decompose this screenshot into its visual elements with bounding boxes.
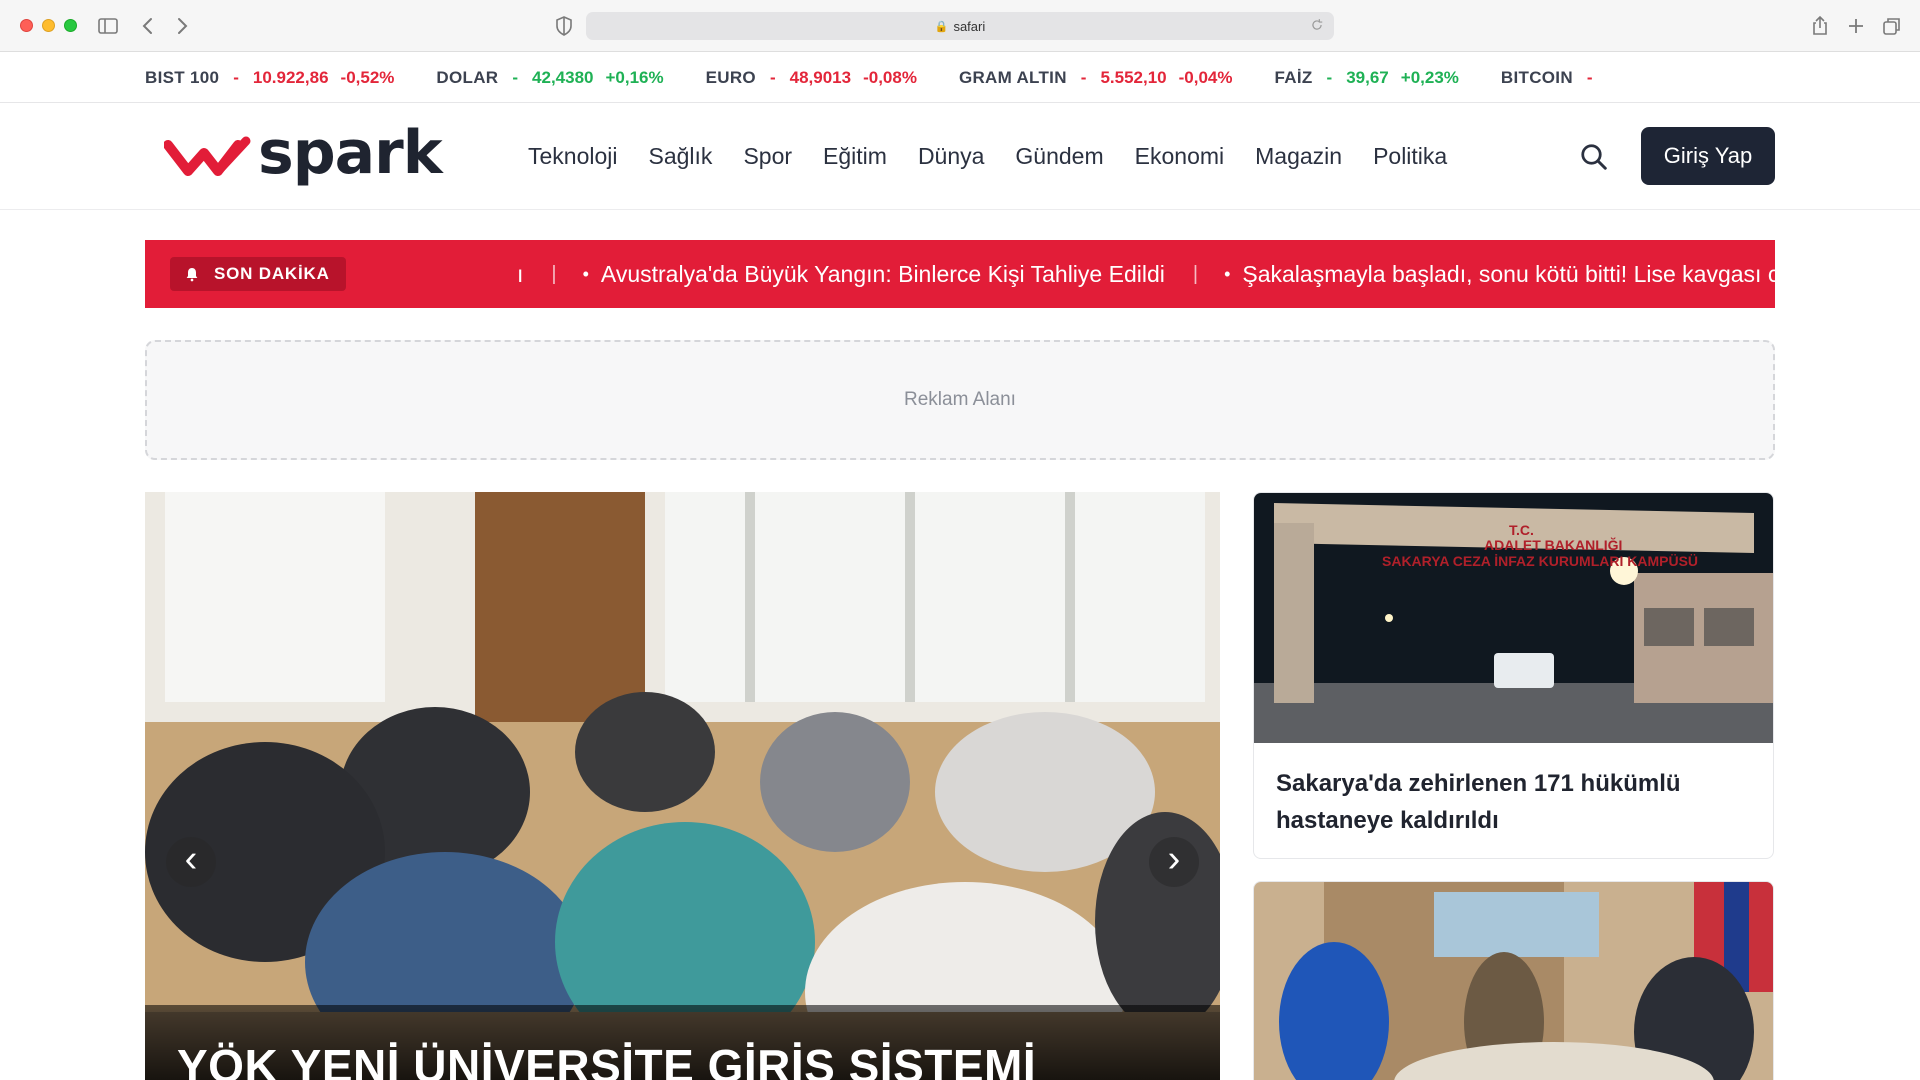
ticker-change: -0,04% [1178, 67, 1233, 87]
nav-item[interactable]: Teknoloji [528, 143, 618, 170]
share-icon[interactable] [1808, 14, 1832, 38]
nav-item[interactable]: Spor [743, 143, 792, 170]
ticker-track: BIST 100-10.922,86 -0,52% DOLAR -42,4380 +0,… [145, 52, 1661, 103]
lock-icon: 🔒 [934, 20, 949, 33]
breaking-news-stream: ı | • Avustralya'da Büyük Yangın: Binler… [517, 240, 1775, 308]
ticker-value: 42,4380 [532, 67, 594, 87]
forward-icon[interactable] [170, 14, 194, 38]
address-text: safari [953, 18, 986, 34]
ticker-name: BITCOIN [1500, 67, 1573, 87]
chevron-right-icon: › [1167, 838, 1181, 880]
site-header: spark Teknoloji Sağlık Spor Eğitim Dünya Günd… [0, 103, 1920, 210]
hero-title[interactable]: YÖK YENİ ÜNİVERSİTE GİRİŞ SİSTEMİ [177, 1039, 1036, 1080]
breaking-label-area: SON DAKİKA [170, 257, 502, 291]
sign-line: ADALET BAKANLIĞI [1484, 536, 1622, 553]
search-icon[interactable] [1579, 142, 1609, 172]
breaking-label-text: SON DAKİKA [214, 264, 330, 283]
ticker-name: DOLAR [436, 67, 499, 87]
sign-line: T.C. [1509, 522, 1534, 538]
ticker-change: +0,23% [1400, 67, 1459, 87]
ticker-item[interactable]: FAİZ -39,67 +0,23% [1275, 68, 1459, 88]
browser-toolbar: 🔒 safari [0, 0, 1920, 52]
slider-next-button[interactable]: › [1149, 837, 1199, 887]
zoom-window-button[interactable] [64, 19, 77, 32]
hero-slider-image[interactable] [145, 492, 1220, 1080]
back-icon[interactable] [136, 14, 160, 38]
nav-item[interactable]: Ekonomi [1135, 143, 1224, 170]
ticker-item[interactable]: BIST 100-10.922,86 -0,52% [145, 68, 394, 88]
nav-item[interactable]: Gündem [1015, 143, 1103, 170]
ticker-change: -0,08% [863, 67, 917, 87]
nav-item[interactable]: Politika [1373, 143, 1447, 170]
ad-label: Reklam Alanı [904, 389, 1016, 410]
ticker-item[interactable]: EURO -48,9013 -0,08% [706, 68, 917, 88]
ticker-dash: - [1586, 67, 1593, 87]
new-tab-icon[interactable] [1844, 14, 1868, 38]
site-logo[interactable]: spark [164, 118, 443, 193]
tab-overview-icon[interactable] [1880, 14, 1904, 38]
ticker-item[interactable]: DOLAR -42,4380 +0,16% [436, 68, 663, 88]
ticker-dash: - [1326, 67, 1333, 87]
market-ticker: BIST 100-10.922,86 -0,52% DOLAR -42,4380 +0,… [0, 52, 1920, 103]
main-nav: Teknoloji Sağlık Spor Eğitim Dünya Gündem Ekon… [528, 103, 1447, 210]
nav-item[interactable]: Eğitim [823, 143, 887, 170]
prison-gate-photo: T.C. ADALET BAKANLIĞI SAKARYA CEZA İNFAZ… [1254, 493, 1773, 743]
bullet-icon: • [582, 263, 589, 284]
breaking-separator: | [1192, 262, 1199, 285]
nav-item[interactable]: Dünya [918, 143, 984, 170]
breaking-partial-text: ı [517, 260, 524, 287]
chevron-left-icon: ‹ [184, 838, 198, 880]
news-card[interactable] [1253, 881, 1774, 1080]
login-button[interactable]: Giriş Yap [1641, 127, 1775, 185]
breaking-item[interactable]: Şakalaşmayla başladı, sonu kötü bitti! L… [1242, 261, 1775, 288]
ticker-name: FAİZ [1274, 67, 1313, 87]
reload-icon[interactable] [1310, 18, 1324, 32]
ticker-dash: - [1080, 67, 1087, 87]
ticker-name: GRAM ALTIN [958, 67, 1067, 87]
ticker-item[interactable]: GRAM ALTIN -5.552,10 -0,04% [959, 68, 1233, 88]
ticker-change: +0,16% [605, 67, 664, 87]
sidebar-toggle-icon[interactable] [96, 14, 120, 38]
window-controls [20, 19, 77, 32]
nav-item[interactable]: Magazin [1255, 143, 1342, 170]
ticker-value: 5.552,10 [1100, 67, 1167, 87]
breaking-label: SON DAKİKA [170, 257, 346, 291]
bell-icon [186, 268, 198, 282]
logo-text: spark [258, 118, 443, 188]
ticker-change: -0,52% [340, 67, 395, 87]
ticker-value: 48,9013 [789, 67, 852, 87]
exam-hall-photo [145, 492, 1220, 1080]
address-bar[interactable]: 🔒 safari [586, 12, 1334, 40]
ticker-dash: - [512, 67, 519, 87]
sign-line: SAKARYA CEZA İNFAZ KURUMLARI KAMPÜSÜ [1382, 553, 1698, 569]
minimize-window-button[interactable] [42, 19, 55, 32]
logo-wave-icon [164, 136, 251, 176]
ticker-value: 10.922,86 [252, 67, 329, 87]
breaking-item[interactable]: Avustralya'da Büyük Yangın: Binlerce Kiş… [601, 261, 1165, 288]
close-window-button[interactable] [20, 19, 33, 32]
ticker-item[interactable]: BITCOIN - [1501, 68, 1619, 88]
hero-caption[interactable]: YÖK YENİ ÜNİVERSİTE GİRİŞ SİSTEMİ [145, 1005, 1220, 1080]
ticker-name: BIST 100 [145, 67, 220, 87]
news-card-title[interactable]: Sakarya'da zehirlenen 171 hükümlü hastan… [1276, 765, 1746, 839]
ticker-dash: - [233, 67, 239, 87]
privacy-shield-icon[interactable] [552, 14, 576, 38]
diplomatic-meeting-photo [1254, 882, 1773, 1080]
ticker-name: EURO [705, 67, 756, 87]
ticker-dash: - [769, 67, 776, 87]
ticker-value: 39,67 [1346, 67, 1389, 87]
slider-prev-button[interactable]: ‹ [166, 837, 216, 887]
news-card[interactable]: T.C. ADALET BAKANLIĞI SAKARYA CEZA İNFAZ… [1253, 492, 1774, 859]
bullet-icon: • [1224, 263, 1231, 284]
nav-item[interactable]: Sağlık [649, 143, 713, 170]
breaking-news-bar: ı | • Avustralya'da Büyük Yangın: Binler… [145, 240, 1775, 308]
breaking-separator: | [551, 262, 557, 285]
ad-placeholder: Reklam Alanı [145, 340, 1775, 460]
